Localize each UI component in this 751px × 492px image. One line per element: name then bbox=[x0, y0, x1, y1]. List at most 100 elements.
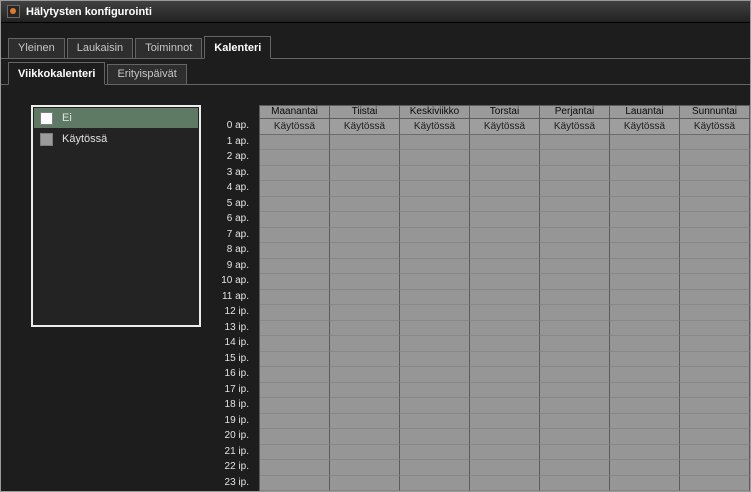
calendar-cell[interactable] bbox=[470, 429, 540, 445]
calendar-cell[interactable] bbox=[260, 305, 330, 321]
calendar-cell[interactable] bbox=[540, 197, 610, 213]
calendar-cell[interactable] bbox=[400, 321, 470, 337]
calendar-cell[interactable] bbox=[330, 398, 400, 414]
calendar-cell[interactable] bbox=[680, 150, 750, 166]
calendar-cell[interactable] bbox=[470, 445, 540, 461]
calendar-cell[interactable] bbox=[470, 460, 540, 476]
calendar-cell[interactable] bbox=[610, 414, 680, 430]
tab-viikkokalenteri[interactable]: Viikkokalenteri bbox=[8, 62, 105, 85]
calendar-cell[interactable] bbox=[680, 166, 750, 182]
calendar-cell[interactable] bbox=[470, 321, 540, 337]
calendar-cell[interactable] bbox=[470, 305, 540, 321]
calendar-cell[interactable] bbox=[610, 135, 680, 151]
calendar-cell[interactable] bbox=[680, 259, 750, 275]
calendar-cell[interactable] bbox=[470, 476, 540, 492]
calendar-cell[interactable] bbox=[470, 398, 540, 414]
calendar-cell[interactable] bbox=[610, 290, 680, 306]
calendar-cell[interactable] bbox=[470, 166, 540, 182]
calendar-cell[interactable] bbox=[680, 367, 750, 383]
calendar-cell[interactable] bbox=[400, 398, 470, 414]
calendar-cell[interactable] bbox=[260, 398, 330, 414]
calendar-cell[interactable] bbox=[680, 414, 750, 430]
calendar-cell[interactable] bbox=[610, 243, 680, 259]
calendar-cell[interactable]: Käytössä bbox=[330, 119, 400, 135]
calendar-cell[interactable] bbox=[330, 259, 400, 275]
legend-item-ei[interactable]: Ei bbox=[34, 108, 198, 128]
calendar-cell[interactable]: Käytössä bbox=[260, 119, 330, 135]
calendar-cell[interactable] bbox=[330, 383, 400, 399]
calendar-cell[interactable] bbox=[260, 135, 330, 151]
calendar-cell[interactable] bbox=[470, 150, 540, 166]
calendar-cell[interactable]: Käytössä bbox=[610, 119, 680, 135]
calendar-cell[interactable] bbox=[260, 383, 330, 399]
calendar-cell[interactable] bbox=[470, 352, 540, 368]
calendar-cell[interactable] bbox=[400, 243, 470, 259]
calendar-cell[interactable] bbox=[470, 414, 540, 430]
calendar-cell[interactable] bbox=[400, 259, 470, 275]
calendar-cell[interactable] bbox=[260, 414, 330, 430]
calendar-cell[interactable] bbox=[540, 460, 610, 476]
legend-item-kaytossa[interactable]: Käytössä bbox=[34, 129, 198, 149]
calendar-cell[interactable] bbox=[540, 274, 610, 290]
calendar-cell[interactable] bbox=[470, 259, 540, 275]
calendar-cell[interactable] bbox=[400, 460, 470, 476]
calendar-cell[interactable] bbox=[400, 429, 470, 445]
calendar-cell[interactable] bbox=[260, 274, 330, 290]
calendar-cell[interactable] bbox=[470, 383, 540, 399]
calendar-cell[interactable] bbox=[400, 228, 470, 244]
calendar-cell[interactable] bbox=[680, 352, 750, 368]
calendar-cell[interactable] bbox=[540, 212, 610, 228]
calendar-cell[interactable] bbox=[540, 135, 610, 151]
calendar-cell[interactable]: Käytössä bbox=[540, 119, 610, 135]
calendar-cell[interactable] bbox=[330, 290, 400, 306]
calendar-cell[interactable] bbox=[330, 166, 400, 182]
calendar-cell[interactable] bbox=[400, 290, 470, 306]
calendar-cell[interactable] bbox=[610, 259, 680, 275]
calendar-cell[interactable] bbox=[610, 476, 680, 492]
calendar-cell[interactable] bbox=[400, 476, 470, 492]
calendar-cell[interactable] bbox=[400, 166, 470, 182]
calendar-cell[interactable] bbox=[400, 336, 470, 352]
calendar-cell[interactable] bbox=[260, 197, 330, 213]
calendar-cell[interactable] bbox=[470, 274, 540, 290]
calendar-cell[interactable] bbox=[260, 460, 330, 476]
calendar-cell[interactable] bbox=[330, 460, 400, 476]
tab-toiminnot[interactable]: Toiminnot bbox=[135, 38, 202, 58]
calendar-cell[interactable] bbox=[680, 429, 750, 445]
calendar-cell[interactable] bbox=[260, 290, 330, 306]
calendar-cell[interactable] bbox=[610, 460, 680, 476]
calendar-cell[interactable] bbox=[540, 259, 610, 275]
calendar-cell[interactable] bbox=[680, 274, 750, 290]
calendar-cell[interactable] bbox=[540, 414, 610, 430]
calendar-cell[interactable] bbox=[540, 321, 610, 337]
calendar-cell[interactable] bbox=[610, 445, 680, 461]
calendar-cell[interactable] bbox=[610, 150, 680, 166]
calendar-cell[interactable] bbox=[470, 135, 540, 151]
calendar-cell[interactable] bbox=[400, 197, 470, 213]
calendar-cell[interactable] bbox=[610, 181, 680, 197]
calendar-cell[interactable] bbox=[540, 429, 610, 445]
calendar-cell[interactable] bbox=[330, 197, 400, 213]
calendar-cell[interactable] bbox=[610, 166, 680, 182]
calendar-cell[interactable] bbox=[260, 259, 330, 275]
calendar-cell[interactable] bbox=[470, 336, 540, 352]
calendar-cell[interactable] bbox=[540, 383, 610, 399]
calendar-cell[interactable] bbox=[260, 476, 330, 492]
calendar-cell[interactable] bbox=[260, 166, 330, 182]
calendar-cell[interactable] bbox=[470, 367, 540, 383]
calendar-cell[interactable] bbox=[260, 321, 330, 337]
calendar-cell[interactable]: Käytössä bbox=[400, 119, 470, 135]
calendar-cell[interactable] bbox=[680, 321, 750, 337]
calendar-cell[interactable] bbox=[400, 274, 470, 290]
tab-laukaisin[interactable]: Laukaisin bbox=[67, 38, 133, 58]
calendar-cell[interactable] bbox=[680, 228, 750, 244]
calendar-cell[interactable] bbox=[400, 135, 470, 151]
calendar-cell[interactable] bbox=[680, 336, 750, 352]
calendar-cell[interactable] bbox=[540, 305, 610, 321]
calendar-cell[interactable] bbox=[400, 352, 470, 368]
calendar-cell[interactable] bbox=[330, 305, 400, 321]
calendar-cell[interactable] bbox=[400, 150, 470, 166]
calendar-cell[interactable] bbox=[680, 460, 750, 476]
calendar-cell[interactable] bbox=[680, 181, 750, 197]
calendar-cell[interactable] bbox=[680, 243, 750, 259]
